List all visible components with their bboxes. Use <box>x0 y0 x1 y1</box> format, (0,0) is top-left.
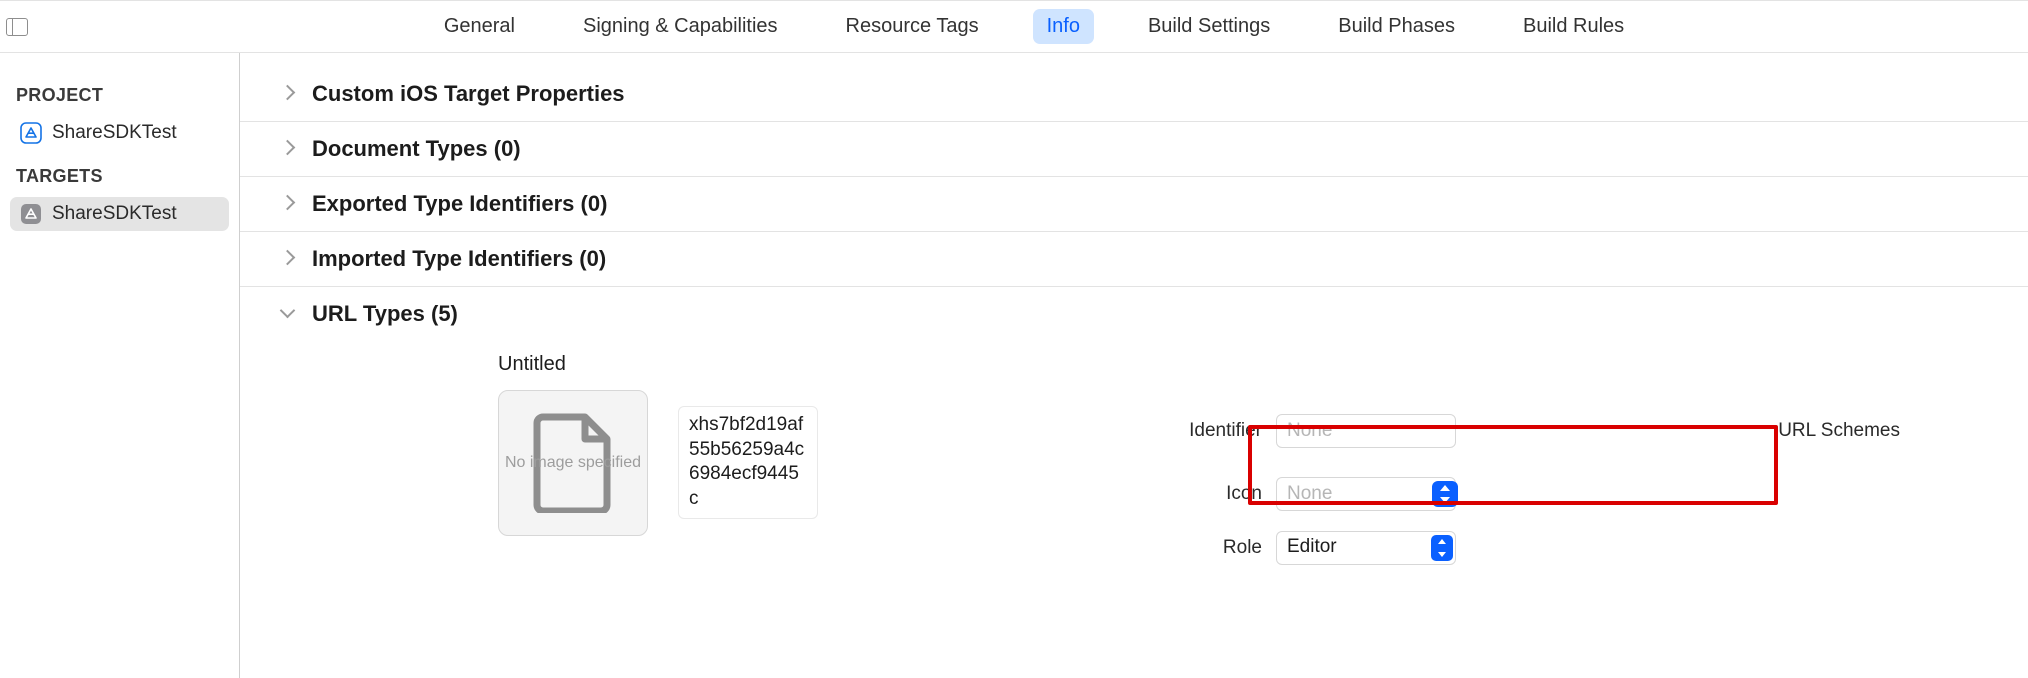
icon-combobox-button[interactable] <box>1432 481 1458 507</box>
tab-build-phases[interactable]: Build Phases <box>1324 9 1469 44</box>
toggle-left-panel-icon[interactable] <box>6 18 28 36</box>
url-types-body: Untitled No image specified Identifier <box>240 341 2028 565</box>
url-schemes-label: URL Schemes <box>1470 420 1900 442</box>
target-icon <box>20 203 42 225</box>
section-title: Custom iOS Target Properties <box>312 81 625 107</box>
sidebar-target-item[interactable]: ShareSDKTest <box>10 197 229 231</box>
section-title: URL Types (5) <box>312 301 458 327</box>
tab-signing[interactable]: Signing & Capabilities <box>569 9 792 44</box>
tab-general[interactable]: General <box>430 9 529 44</box>
url-schemes-input[interactable]: xhs7bf2d19af55b56259a4c6984ecf9445c <box>678 406 818 519</box>
section-title: Imported Type Identifiers (0) <box>312 246 606 272</box>
chevron-right-icon <box>280 252 294 266</box>
section-exported-type-ids[interactable]: Exported Type Identifiers (0) <box>240 177 2028 232</box>
identifier-input[interactable] <box>1276 414 1456 448</box>
url-type-fields: Identifier URL Schemes xhs7bf2d19af55b56… <box>678 390 1988 565</box>
section-imported-type-ids[interactable]: Imported Type Identifiers (0) <box>240 232 2028 287</box>
editor-tabbar: General Signing & Capabilities Resource … <box>0 1 2028 53</box>
tabs: General Signing & Capabilities Resource … <box>40 9 2028 44</box>
tab-resource[interactable]: Resource Tags <box>832 9 993 44</box>
tab-build-rules[interactable]: Build Rules <box>1509 9 1638 44</box>
icon-input[interactable] <box>1276 477 1456 511</box>
role-select-stepper-icon[interactable] <box>1431 535 1453 561</box>
role-label: Role <box>832 537 1262 559</box>
chevron-right-icon <box>280 142 294 156</box>
project-navigator-sidebar: PROJECT ShareSDKTest TARGETS <box>0 53 240 678</box>
section-title: Exported Type Identifiers (0) <box>312 191 607 217</box>
role-select[interactable]: Editor <box>1276 531 1456 565</box>
sidebar-project-item[interactable]: ShareSDKTest <box>10 116 229 150</box>
tab-build-settings[interactable]: Build Settings <box>1134 9 1284 44</box>
chevron-down-icon <box>280 307 294 321</box>
project-icon <box>20 122 42 144</box>
chevron-right-icon <box>280 197 294 211</box>
section-custom-ios-props[interactable]: Custom iOS Target Properties <box>240 67 2028 122</box>
section-url-types[interactable]: URL Types (5) <box>240 287 2028 341</box>
sidebar-project-label: ShareSDKTest <box>52 122 177 144</box>
url-type-name: Untitled <box>498 353 1988 376</box>
url-type-image-well[interactable]: No image specified <box>498 390 648 536</box>
section-document-types[interactable]: Document Types (0) <box>240 122 2028 177</box>
tab-info[interactable]: Info <box>1033 9 1094 44</box>
document-placeholder-icon <box>531 413 615 513</box>
section-title: Document Types (0) <box>312 136 521 162</box>
icon-label: Icon <box>832 483 1262 505</box>
sidebar-heading-project: PROJECT <box>16 85 229 106</box>
chevron-right-icon <box>280 87 294 101</box>
sidebar-heading-targets: TARGETS <box>16 166 229 187</box>
sidebar-target-label: ShareSDKTest <box>52 203 177 225</box>
identifier-label: Identifier <box>832 420 1262 442</box>
info-content: Custom iOS Target Properties Document Ty… <box>240 53 2028 678</box>
